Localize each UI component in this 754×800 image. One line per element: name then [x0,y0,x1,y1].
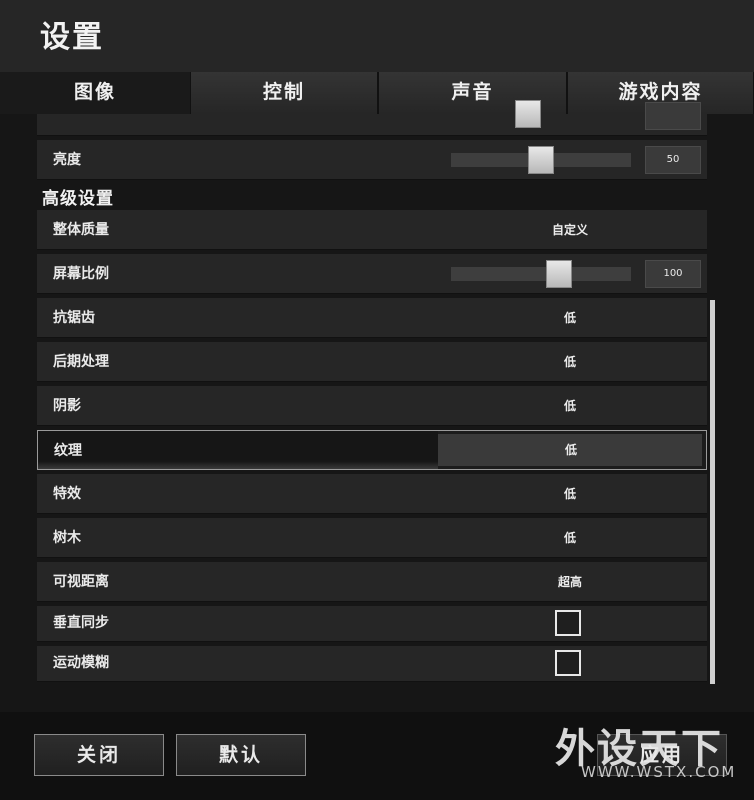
default-button[interactable]: 默认 [176,734,306,776]
anti-aliasing-value[interactable]: 低 [437,298,703,338]
watermark: 外设天下 WWW.WSTX.COM [555,716,745,786]
settings-scrollbar[interactable] [710,300,715,684]
shadows-value[interactable]: 低 [437,386,703,426]
watermark-url: WWW.WSTX.COM [581,763,737,781]
anti-aliasing-label: 抗锯齿 [53,310,95,326]
setting-row-vsync[interactable]: 垂直同步 [37,606,707,642]
overall-quality-label: 整体质量 [53,222,109,238]
screen-ratio-slider-knob[interactable] [546,260,572,288]
foliage-value[interactable]: 低 [437,518,703,558]
clipped-number-box [645,102,701,130]
foliage-label: 树木 [53,530,81,546]
overall-quality-value[interactable]: 自定义 [437,210,703,250]
settings-panel: 亮度 50 高级设置 整体质量 自定义 屏幕比例 100 抗锯齿 低 后期处理 … [0,100,754,712]
setting-row-shadows[interactable]: 阴影 低 [37,386,707,426]
setting-row-post-processing[interactable]: 后期处理 低 [37,342,707,382]
page-title: 设置 [40,20,104,55]
setting-row-foliage[interactable]: 树木 低 [37,518,707,558]
vsync-checkbox[interactable] [555,610,581,636]
tab-graphics[interactable]: 图像 [0,72,190,114]
motion-blur-checkbox[interactable] [555,650,581,676]
setting-row-anti-aliasing[interactable]: 抗锯齿 低 [37,298,707,338]
clipped-setting-row [37,100,707,136]
post-processing-label: 后期处理 [53,354,109,370]
effects-label: 特效 [53,486,81,502]
setting-row-screen-ratio: 屏幕比例 100 [37,254,707,294]
tab-controls[interactable]: 控制 [190,72,378,114]
motion-blur-label: 运动模糊 [53,655,109,671]
setting-row-effects[interactable]: 特效 低 [37,474,707,514]
brightness-label: 亮度 [53,152,81,168]
clipped-slider-knob[interactable] [515,100,541,128]
screen-ratio-label: 屏幕比例 [53,266,109,282]
setting-row-view-distance[interactable]: 可视距离 超高 [37,562,707,602]
post-processing-value[interactable]: 低 [437,342,703,382]
setting-row-brightness: 亮度 50 [37,140,707,180]
header-bar: 设置 [0,0,754,72]
shadows-label: 阴影 [53,398,81,414]
close-button[interactable]: 关闭 [34,734,164,776]
effects-value[interactable]: 低 [437,474,703,514]
vsync-label: 垂直同步 [53,615,109,631]
selection-highlight [38,431,438,469]
brightness-value-box[interactable]: 50 [645,146,701,174]
view-distance-label: 可视距离 [53,574,109,590]
advanced-settings-heading: 高级设置 [42,189,114,209]
tab-bar: 图像 控制 声音 游戏内容 [0,72,754,114]
textures-value[interactable]: 低 [438,431,704,469]
setting-row-motion-blur[interactable]: 运动模糊 [37,646,707,682]
screen-ratio-value-box[interactable]: 100 [645,260,701,288]
setting-row-overall-quality[interactable]: 整体质量 自定义 [37,210,707,250]
textures-label: 纹理 [54,443,82,459]
view-distance-value[interactable]: 超高 [437,562,703,602]
setting-row-textures[interactable]: 纹理 低 [37,430,707,470]
brightness-slider-knob[interactable] [528,146,554,174]
screen-ratio-slider-track[interactable] [451,267,631,281]
